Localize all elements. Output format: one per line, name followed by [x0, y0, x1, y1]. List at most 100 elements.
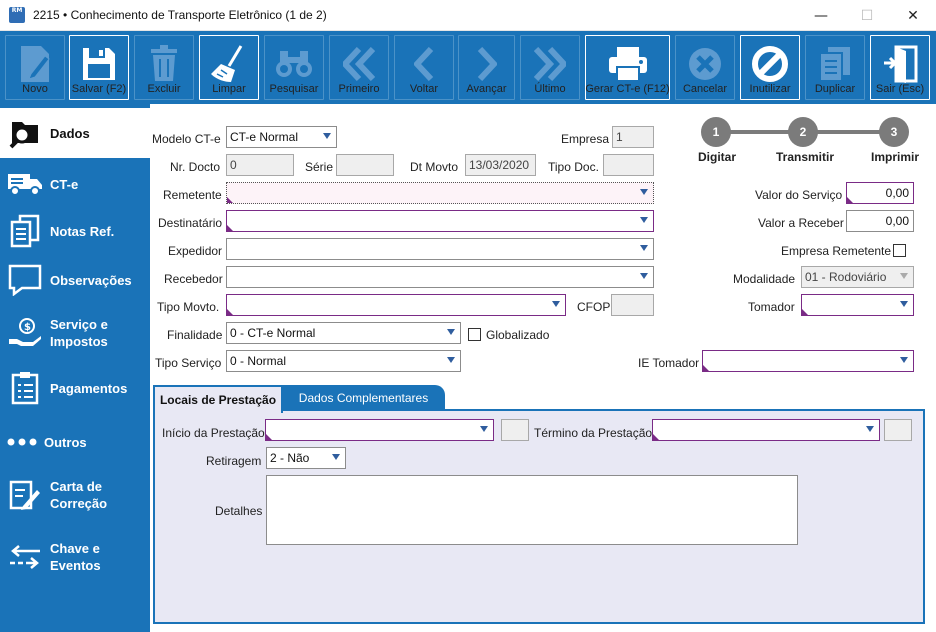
step-3-circle: 3 [879, 117, 909, 147]
sidebar-label-cte: CT-e [50, 176, 79, 192]
edit-document-icon [0, 478, 50, 512]
modelo-select[interactable]: CT-e Normal [226, 126, 337, 148]
tipo-doc-label: Tipo Doc. [548, 160, 599, 174]
primeiro-button[interactable]: Primeiro [329, 35, 389, 100]
recebedor-select[interactable] [226, 266, 654, 288]
empresa-remetente-checkbox[interactable] [893, 244, 906, 257]
gerar-cte-button[interactable]: Gerar CT-e (F12) [585, 35, 670, 100]
retiragem-label: Retiragem [206, 454, 262, 468]
cancelar-button[interactable]: Cancelar [675, 35, 735, 100]
nr-docto-field[interactable]: 0 [226, 154, 294, 176]
tipo-servico-label: Tipo Serviço [155, 356, 222, 370]
finalidade-select[interactable]: 0 - CT-e Normal [226, 322, 461, 344]
tab-locais-prestacao-label: Locais de Prestação [159, 393, 277, 407]
title-bar: RM 2215 • Conhecimento de Transporte Ele… [0, 0, 936, 31]
sidebar-item-pagamentos[interactable]: Pagamentos [0, 366, 150, 410]
sidebar-item-outros[interactable]: Outros [0, 422, 150, 462]
tipo-servico-select[interactable]: 0 - Normal [226, 350, 461, 372]
binoculars-icon [265, 42, 323, 86]
valor-receber-field[interactable]: 0,00 [846, 210, 914, 232]
serie-field[interactable] [336, 154, 394, 176]
cfop-label: CFOP [577, 300, 611, 314]
sidebar-item-dados[interactable]: Dados [0, 108, 150, 158]
step-2-label: Transmitir [776, 150, 835, 164]
cfop-field[interactable] [611, 294, 654, 316]
duplicate-icon [806, 42, 864, 86]
clipboard-icon [0, 371, 50, 405]
finalidade-label: Finalidade [167, 328, 223, 342]
excluir-button[interactable]: Excluir [134, 35, 194, 100]
duplicar-button[interactable]: Duplicar [805, 35, 865, 100]
arrows-exchange-icon [0, 543, 50, 571]
ultimo-button[interactable]: Último [520, 35, 580, 100]
sidebar-label-chave-line1: Chave e [50, 541, 100, 556]
modalidade-select[interactable]: 01 - Rodoviário [801, 266, 914, 288]
sidebar-item-observacoes[interactable]: Observações [0, 258, 150, 302]
retiragem-select[interactable]: 2 - Não [266, 447, 346, 469]
empresa-value: 1 [616, 130, 623, 144]
sidebar-item-chave[interactable]: Chave e Eventos [0, 532, 150, 582]
modelo-label: Modelo CT-e [152, 132, 221, 146]
sair-label: Sair (Esc) [875, 83, 925, 95]
nr-docto-label: Nr. Docto [170, 160, 221, 174]
chevron-down-icon [640, 245, 648, 251]
termino-prestacao-select[interactable] [652, 419, 880, 441]
dt-movto-value: 13/03/2020 [469, 158, 530, 172]
tab-dados-complementares[interactable]: Dados Complementares [282, 385, 445, 411]
truck-icon [0, 171, 50, 197]
limpar-button[interactable]: Limpar [199, 35, 259, 100]
remetente-select[interactable] [226, 182, 654, 204]
tipo-movto-select[interactable] [226, 294, 566, 316]
tab-locais-prestacao[interactable]: Locais de Prestação [153, 385, 283, 413]
sidebar-item-cte[interactable]: CT-e [0, 164, 150, 204]
valor-receber-value: 0,00 [885, 214, 909, 228]
termino-uf-field[interactable] [884, 419, 912, 441]
novo-button[interactable]: Novo [5, 35, 65, 100]
sidebar-label-dados: Dados [50, 125, 90, 141]
dt-movto-field[interactable]: 13/03/2020 [465, 154, 536, 176]
excluir-label: Excluir [147, 83, 181, 95]
printer-icon [586, 42, 669, 86]
sidebar-item-notas[interactable]: Notas Ref. [0, 210, 150, 252]
detalhes-textarea[interactable] [266, 475, 798, 545]
sair-button[interactable]: Sair (Esc) [870, 35, 930, 100]
empresa-label: Empresa [561, 132, 610, 146]
destinatario-select[interactable] [226, 210, 654, 232]
pesquisar-button[interactable]: Pesquisar [264, 35, 324, 100]
close-window-button[interactable]: ✕ [890, 0, 936, 31]
sidebar-item-servico[interactable]: $ Serviço e Impostos [0, 310, 150, 356]
tipo-servico-value: 0 - Normal [230, 354, 287, 368]
minimize-button[interactable]: — [798, 0, 844, 31]
chevron-right-icon [459, 42, 514, 86]
expedidor-select[interactable] [226, 238, 654, 260]
sidebar-label-notas: Notas Ref. [50, 223, 115, 239]
empresa-field[interactable]: 1 [612, 126, 654, 148]
chevron-down-icon [640, 217, 648, 223]
tipo-doc-field[interactable] [603, 154, 654, 176]
chevron-down-icon [640, 273, 648, 279]
voltar-button[interactable]: Voltar [394, 35, 454, 100]
double-chevron-left-icon [330, 42, 388, 86]
prohibited-icon [741, 42, 799, 86]
sidebar: Dados CT-e Notas Ref. Observações $ Serv… [0, 104, 150, 632]
inicio-uf-field[interactable] [501, 419, 529, 441]
inicio-prestacao-select[interactable] [265, 419, 494, 441]
ie-tomador-select[interactable] [702, 350, 914, 372]
retiragem-value: 2 - Não [270, 451, 310, 465]
recebedor-label: Recebedor [164, 272, 223, 286]
dt-movto-label: Dt Movto [410, 160, 459, 174]
maximize-button[interactable]: ☐ [844, 0, 890, 31]
chevron-down-icon [447, 357, 455, 363]
broom-icon [200, 42, 258, 86]
sidebar-item-carta[interactable]: Carta de Correção [0, 470, 150, 520]
inutilizar-button[interactable]: Inutilizar [740, 35, 800, 100]
globalizado-checkbox[interactable] [468, 328, 481, 341]
valor-servico-field[interactable]: 0,00 [846, 182, 914, 204]
sidebar-label-servico-line2: Impostos [50, 334, 108, 349]
exit-door-icon [871, 42, 929, 86]
primeiro-label: Primeiro [338, 83, 380, 95]
salvar-button[interactable]: Salvar (F2) [69, 35, 129, 100]
avancar-button[interactable]: Avançar [458, 35, 515, 100]
ultimo-label: Último [534, 83, 566, 95]
tomador-select[interactable] [801, 294, 914, 316]
